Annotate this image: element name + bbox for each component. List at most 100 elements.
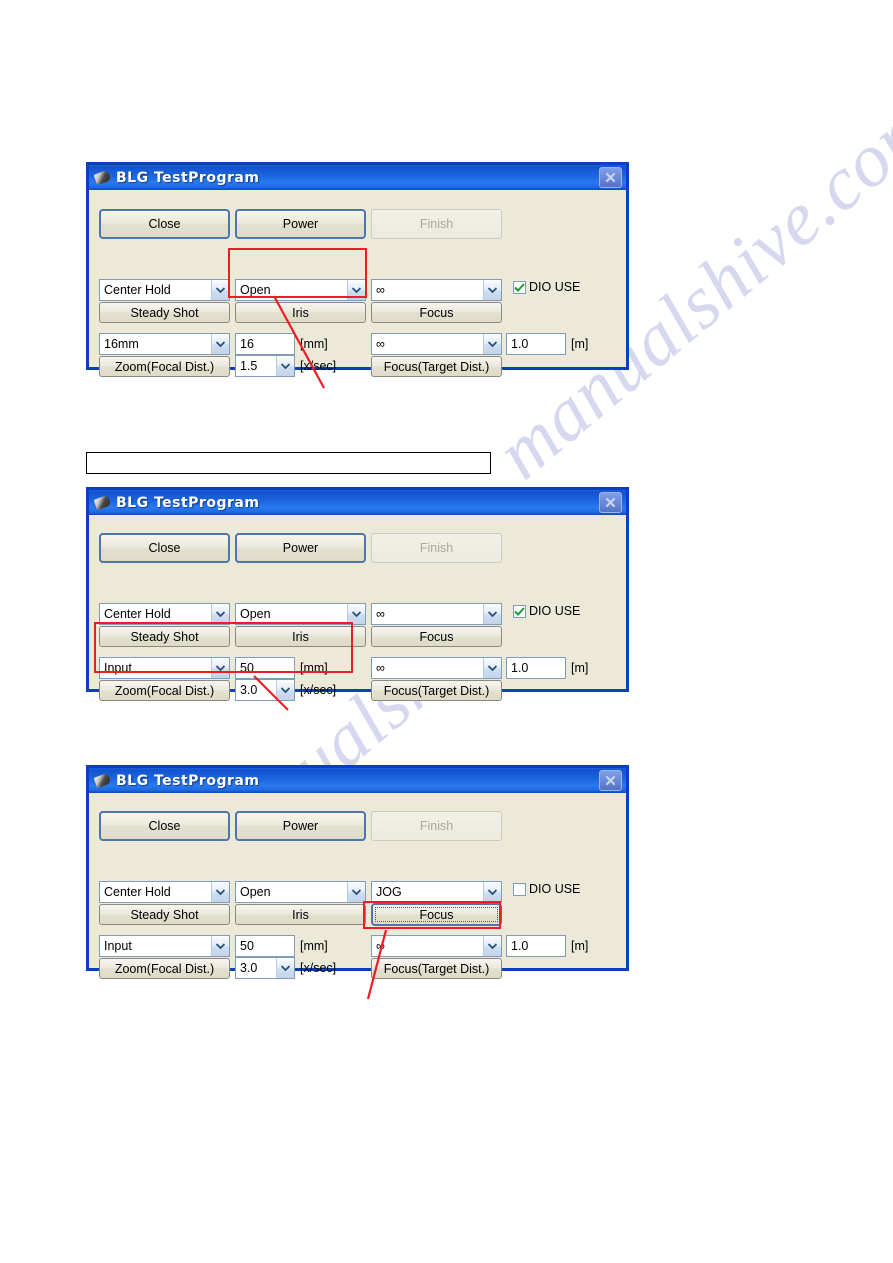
focus-value-input[interactable]: 1.0	[506, 935, 566, 957]
zoom-unit-label: [mm]	[300, 939, 328, 953]
zoom-focal-dist-button[interactable]: Zoom(Focal Dist.)	[99, 356, 230, 377]
combo-value: ∞	[376, 607, 385, 621]
zoom-mode-combo[interactable]: Input	[99, 935, 230, 957]
titlebar[interactable]: BLG TestProgram	[89, 768, 626, 793]
power-button[interactable]: Power	[235, 533, 366, 563]
steady-shot-button[interactable]: Steady Shot	[99, 302, 230, 323]
chevron-down-icon[interactable]	[347, 280, 365, 300]
steady-shot-button[interactable]: Steady Shot	[99, 626, 230, 647]
focus-mode-combo[interactable]: ∞	[371, 603, 502, 625]
iris-mode-combo[interactable]: Open	[235, 279, 366, 301]
chevron-down-icon[interactable]	[211, 658, 229, 678]
power-button[interactable]: Power	[235, 209, 366, 239]
checkbox-label: DIO USE	[529, 280, 581, 294]
close-button[interactable]: Close	[99, 533, 230, 563]
chevron-down-icon[interactable]	[211, 604, 229, 624]
chevron-down-icon[interactable]	[276, 958, 294, 978]
combo-value: Center Hold	[104, 283, 171, 297]
titlebar[interactable]: BLG TestProgram	[89, 165, 626, 190]
combo-value: ∞	[376, 337, 385, 351]
iris-button[interactable]: Iris	[235, 626, 366, 647]
close-button[interactable]: Close	[99, 209, 230, 239]
combo-value: ∞	[376, 661, 385, 675]
zoom-speed-combo[interactable]: 3.0	[235, 679, 295, 701]
zoom-focal-dist-button[interactable]: Zoom(Focal Dist.)	[99, 680, 230, 701]
window-title: BLG TestProgram	[116, 494, 260, 511]
dio-use-checkbox[interactable]: DIO USE	[513, 882, 580, 896]
chevron-down-icon[interactable]	[211, 334, 229, 354]
iris-button[interactable]: Iris	[235, 904, 366, 925]
iris-mode-combo[interactable]: Open	[235, 881, 366, 903]
focus-value-input[interactable]: 1.0	[506, 657, 566, 679]
zoom-value-input[interactable]: 50	[235, 657, 295, 679]
combo-value: Open	[240, 885, 271, 899]
chevron-down-icon[interactable]	[347, 882, 365, 902]
focus-value-input[interactable]: 1.0	[506, 333, 566, 355]
titlebar[interactable]: BLG TestProgram	[89, 490, 626, 515]
steady-shot-mode-combo[interactable]: Center Hold	[99, 279, 230, 301]
close-icon[interactable]	[599, 492, 622, 513]
chevron-down-icon[interactable]	[211, 882, 229, 902]
chevron-down-icon[interactable]	[483, 604, 501, 624]
focus-target-dist-button[interactable]: Focus(Target Dist.)	[371, 356, 502, 377]
focus-button[interactable]: Focus	[371, 626, 502, 647]
combo-value: Center Hold	[104, 885, 171, 899]
dio-use-checkbox[interactable]: DIO USE	[513, 280, 580, 294]
chevron-down-icon[interactable]	[211, 280, 229, 300]
chevron-down-icon[interactable]	[276, 680, 294, 700]
combo-value: Center Hold	[104, 607, 171, 621]
focus-distance-combo[interactable]: ∞	[371, 935, 502, 957]
zoom-unit-label: [mm]	[300, 337, 328, 351]
focus-button[interactable]: Focus	[371, 302, 502, 323]
chevron-down-icon[interactable]	[483, 280, 501, 300]
window-title: BLG TestProgram	[116, 169, 260, 186]
steady-shot-mode-combo[interactable]: Center Hold	[99, 603, 230, 625]
checkbox-box[interactable]	[513, 280, 526, 294]
finish-button: Finish	[371, 811, 502, 841]
focus-target-dist-button[interactable]: Focus(Target Dist.)	[371, 958, 502, 979]
chevron-down-icon[interactable]	[483, 658, 501, 678]
finish-button: Finish	[371, 209, 502, 239]
close-icon[interactable]	[599, 770, 622, 791]
combo-value: Open	[240, 607, 271, 621]
zoom-speed-combo[interactable]: 3.0	[235, 957, 295, 979]
zoom-unit-label: [mm]	[300, 661, 328, 675]
zoom-mode-combo[interactable]: Input	[99, 657, 230, 679]
steady-shot-button[interactable]: Steady Shot	[99, 904, 230, 925]
zoom-mode-combo[interactable]: 16mm	[99, 333, 230, 355]
chevron-down-icon[interactable]	[483, 882, 501, 902]
dio-use-checkbox[interactable]: DIO USE	[513, 604, 580, 618]
focus-unit-label: [m]	[571, 661, 589, 675]
focus-mode-combo[interactable]: ∞	[371, 279, 502, 301]
zoom-focal-dist-button[interactable]: Zoom(Focal Dist.)	[99, 958, 230, 979]
combo-value: JOG	[376, 885, 402, 899]
zoom-value-input[interactable]: 16	[235, 333, 295, 355]
focus-button[interactable]: Focus	[371, 903, 502, 926]
focus-unit-label: [m]	[571, 337, 589, 351]
power-button[interactable]: Power	[235, 811, 366, 841]
steady-shot-mode-combo[interactable]: Center Hold	[99, 881, 230, 903]
chevron-down-icon[interactable]	[276, 356, 294, 376]
focus-distance-combo[interactable]: ∞	[371, 333, 502, 355]
chevron-down-icon[interactable]	[483, 936, 501, 956]
combo-value: 16mm	[104, 337, 139, 351]
chevron-down-icon[interactable]	[347, 604, 365, 624]
iris-mode-combo[interactable]: Open	[235, 603, 366, 625]
focus-distance-combo[interactable]: ∞	[371, 657, 502, 679]
finish-button: Finish	[371, 533, 502, 563]
iris-button[interactable]: Iris	[235, 302, 366, 323]
checkbox-box[interactable]	[513, 604, 526, 618]
focus-target-dist-button[interactable]: Focus(Target Dist.)	[371, 680, 502, 701]
close-icon[interactable]	[599, 167, 622, 188]
combo-value: Input	[104, 661, 132, 675]
checkbox-box[interactable]	[513, 882, 526, 896]
zoom-speed-combo[interactable]: 1.5	[235, 355, 295, 377]
zoom-value-input[interactable]: 50	[235, 935, 295, 957]
combo-value: 1.5	[240, 359, 258, 373]
pen-icon	[93, 494, 112, 511]
chevron-down-icon[interactable]	[483, 334, 501, 354]
chevron-down-icon[interactable]	[211, 936, 229, 956]
close-button[interactable]: Close	[99, 811, 230, 841]
focus-mode-combo[interactable]: JOG	[371, 881, 502, 903]
checkbox-label: DIO USE	[529, 604, 581, 618]
